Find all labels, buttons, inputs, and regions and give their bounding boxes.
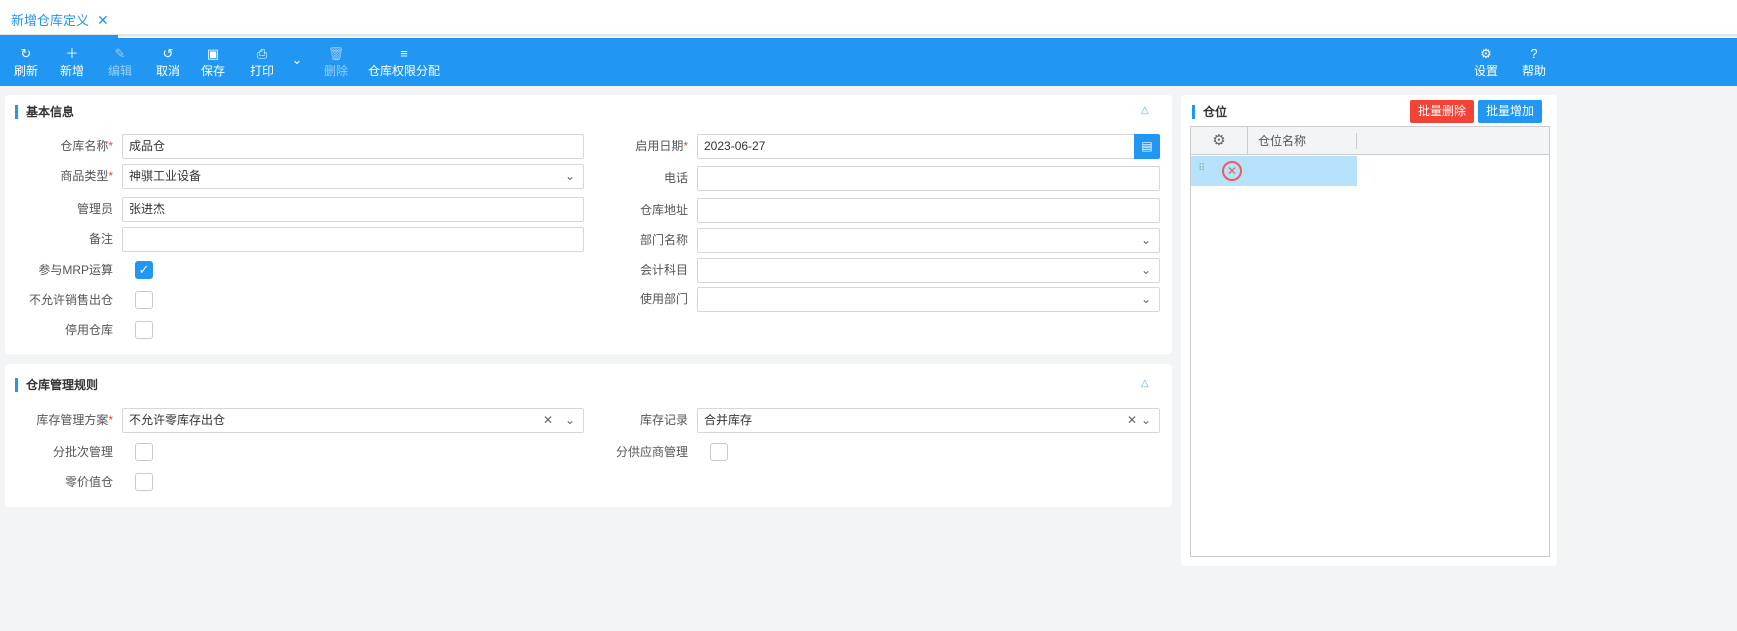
delete-button[interactable]: 🗑 删除 — [313, 46, 359, 79]
supplier-checkbox[interactable] — [710, 443, 728, 461]
account-label: 会计科目 — [639, 263, 688, 277]
clear-icon: ✕ — [542, 413, 553, 427]
clear-icon: ✕ — [1126, 413, 1137, 427]
edit-button[interactable]: ✎ 编辑 — [97, 46, 143, 79]
type-label: 商品类型* — [60, 169, 113, 183]
record-select[interactable]: 合并库存 ✕ ⌄ — [697, 408, 1160, 433]
trash-icon: 🗑 — [327, 46, 345, 61]
column-divider[interactable] — [1356, 133, 1357, 149]
section-title: 仓库管理规则 — [15, 378, 98, 392]
delete-label: 删除 — [323, 64, 348, 78]
cancel-label: 取消 — [155, 64, 180, 78]
refresh-button[interactable]: ↻ 刷新 — [3, 46, 49, 79]
disable-label: 停用仓库 — [64, 323, 113, 337]
plan-label: 库存管理方案* — [36, 413, 113, 427]
pencil-icon: ✎ — [114, 46, 126, 61]
chevron-down-icon: ⌄ — [564, 169, 575, 183]
zero-label: 零价值仓 — [64, 475, 113, 489]
gear-icon: ⚙ — [1480, 46, 1492, 61]
batch-delete-button[interactable]: 批量删除 — [1410, 100, 1474, 123]
collapse-icon[interactable]: △ — [1141, 105, 1149, 116]
add-label: 新增 — [59, 64, 84, 78]
tab-new-warehouse[interactable]: 新增仓库定义 ✕ — [0, 0, 118, 38]
gear-icon[interactable]: ⚙ — [1191, 127, 1248, 155]
chevron-down-icon: ⌄ — [1140, 233, 1151, 247]
help-icon: ? — [1530, 46, 1538, 61]
add-button[interactable]: ＋ 新增 — [49, 46, 95, 79]
section-title: 仓位 — [1192, 105, 1227, 119]
dept-select[interactable]: ⌄ — [697, 228, 1160, 253]
batch-label: 分批次管理 — [52, 445, 113, 459]
type-select[interactable]: 神骐工业设备 ⌄ — [122, 164, 584, 189]
chevron-down-icon: ⌄ — [564, 413, 575, 427]
mrp-label: 参与MRP运算 — [38, 263, 113, 277]
help-label: 帮助 — [1521, 64, 1546, 78]
permission-button[interactable]: ≡ 仓库权限分配 — [368, 46, 440, 79]
mrp-checkbox[interactable]: ✓ — [135, 261, 153, 279]
usedept-label: 使用部门 — [639, 292, 688, 306]
zero-checkbox[interactable] — [135, 473, 153, 491]
collapse-icon[interactable]: △ — [1141, 378, 1149, 389]
date-label: 启用日期* — [635, 139, 688, 153]
menu-icon: ≡ — [400, 46, 408, 61]
drag-handle-icon[interactable]: ⠿ — [1198, 163, 1205, 174]
phone-input[interactable] — [697, 166, 1160, 191]
location-table — [1190, 126, 1550, 557]
cancel-button[interactable]: ↺ 取消 — [145, 46, 191, 79]
calendar-icon[interactable]: ▤ — [1134, 134, 1160, 159]
settings-button[interactable]: ⚙ 设置 — [1463, 46, 1509, 79]
print-label: 打印 — [249, 64, 274, 78]
settings-label: 设置 — [1473, 64, 1498, 78]
date-input[interactable]: 2023-06-27 — [697, 134, 1135, 159]
admin-label: 管理员 — [76, 202, 113, 216]
tab-label: 新增仓库定义 — [11, 13, 90, 28]
column-header-name[interactable]: 仓位名称 — [1258, 127, 1306, 155]
dept-label: 部门名称 — [639, 233, 688, 247]
disable-checkbox[interactable] — [135, 321, 153, 339]
refresh-icon: ↻ — [20, 46, 32, 61]
chevron-down-icon: ⌄ — [1140, 413, 1151, 427]
permission-label: 仓库权限分配 — [368, 64, 441, 78]
name-label: 仓库名称* — [60, 139, 113, 153]
remove-row-icon[interactable]: ✕ — [1222, 161, 1242, 181]
admin-input[interactable]: 张进杰 — [122, 197, 584, 222]
address-input[interactable] — [697, 198, 1160, 223]
toolbar: ↻ 刷新 ＋新增 ✎ 编辑 ↺ 取消 ▣ 保存 ⎙ 打印 ⌄ 🗑 删除 ≡ 仓库权限分配 ⚙ 设… — [0, 38, 1737, 86]
supplier-label: 分供应商管理 — [615, 445, 688, 459]
usedept-select[interactable]: ⌄ — [697, 287, 1160, 312]
name-input[interactable]: 成品仓 — [122, 134, 584, 159]
edit-label: 编辑 — [107, 64, 132, 78]
batch-add-button[interactable]: 批量增加 — [1478, 100, 1542, 123]
chevron-down-icon: ⌄ — [1140, 292, 1151, 306]
nosale-label: 不允许销售出仓 — [28, 293, 113, 307]
note-input[interactable] — [122, 227, 584, 252]
save-button[interactable]: ▣ 保存 — [190, 46, 236, 79]
plan-select[interactable]: 不允许零库存出仓 ✕ ⌄ — [122, 408, 584, 433]
plus-icon: ＋ — [65, 46, 79, 61]
close-icon[interactable]: ✕ — [97, 12, 109, 28]
phone-label: 电话 — [663, 171, 688, 185]
account-select[interactable]: ⌄ — [697, 258, 1160, 283]
help-button[interactable]: ? 帮助 — [1511, 46, 1557, 79]
record-label: 库存记录 — [639, 413, 688, 427]
table-row[interactable] — [1191, 156, 1357, 186]
batch-checkbox[interactable] — [135, 443, 153, 461]
save-icon: ▣ — [206, 46, 220, 61]
nosale-checkbox[interactable] — [135, 291, 153, 309]
chevron-down-icon: ⌄ — [1140, 263, 1151, 277]
note-label: 备注 — [88, 232, 113, 246]
tab-bar — [0, 0, 1737, 36]
save-label: 保存 — [200, 64, 225, 78]
address-label: 仓库地址 — [639, 203, 688, 217]
section-title: 基本信息 — [15, 105, 74, 119]
rules-panel — [5, 364, 1172, 507]
undo-icon: ↺ — [162, 46, 174, 61]
refresh-label: 刷新 — [13, 64, 38, 78]
